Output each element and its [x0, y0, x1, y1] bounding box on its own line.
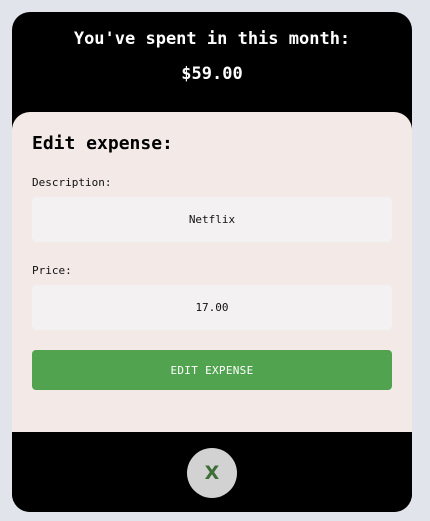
- footer-bar: X: [12, 432, 412, 512]
- spending-total: $59.00: [181, 64, 243, 84]
- edit-expense-card: Edit expense: Description: Price: EDIT E…: [12, 112, 412, 432]
- description-label: Description:: [32, 176, 112, 189]
- description-input[interactable]: [32, 197, 392, 242]
- form-title: Edit expense:: [32, 133, 173, 154]
- price-input[interactable]: [32, 285, 392, 330]
- price-label: Price:: [32, 264, 72, 277]
- spending-title: You've spent in this month:: [73, 29, 351, 49]
- spending-header: You've spent in this month: $59.00: [12, 12, 412, 112]
- expense-app: You've spent in this month: $59.00 Edit …: [12, 12, 412, 512]
- close-button[interactable]: X: [187, 448, 237, 498]
- edit-expense-button[interactable]: EDIT EXPENSE: [32, 350, 392, 390]
